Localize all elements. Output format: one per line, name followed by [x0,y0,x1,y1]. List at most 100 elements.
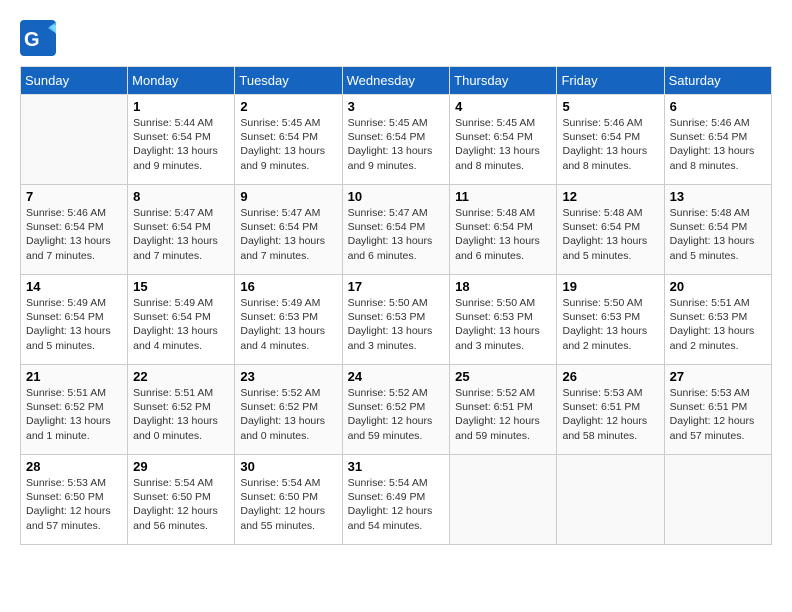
day-info: Sunrise: 5:45 AM Sunset: 6:54 PM Dayligh… [240,116,336,173]
day-number: 12 [562,189,658,204]
day-number: 9 [240,189,336,204]
day-number: 5 [562,99,658,114]
calendar-cell: 18 Sunrise: 5:50 AM Sunset: 6:53 PM Dayli… [450,275,557,365]
day-info: Sunrise: 5:53 AM Sunset: 6:51 PM Dayligh… [562,386,658,443]
day-info: Sunrise: 5:50 AM Sunset: 6:53 PM Dayligh… [348,296,445,353]
day-info: Sunrise: 5:47 AM Sunset: 6:54 PM Dayligh… [133,206,229,263]
day-info: Sunrise: 5:48 AM Sunset: 6:54 PM Dayligh… [455,206,551,263]
day-number: 1 [133,99,229,114]
day-info: Sunrise: 5:54 AM Sunset: 6:50 PM Dayligh… [133,476,229,533]
day-number: 14 [26,279,122,294]
calendar-cell: 23 Sunrise: 5:52 AM Sunset: 6:52 PM Dayli… [235,365,342,455]
day-info: Sunrise: 5:51 AM Sunset: 6:52 PM Dayligh… [133,386,229,443]
calendar-cell: 28 Sunrise: 5:53 AM Sunset: 6:50 PM Dayli… [21,455,128,545]
page-header: G [20,20,772,56]
day-number: 11 [455,189,551,204]
calendar-cell: 21 Sunrise: 5:51 AM Sunset: 6:52 PM Dayli… [21,365,128,455]
logo-icon: G [20,20,56,56]
day-info: Sunrise: 5:45 AM Sunset: 6:54 PM Dayligh… [348,116,445,173]
day-info: Sunrise: 5:49 AM Sunset: 6:54 PM Dayligh… [133,296,229,353]
day-info: Sunrise: 5:54 AM Sunset: 6:50 PM Dayligh… [240,476,336,533]
day-info: Sunrise: 5:50 AM Sunset: 6:53 PM Dayligh… [455,296,551,353]
day-info: Sunrise: 5:48 AM Sunset: 6:54 PM Dayligh… [670,206,766,263]
day-number: 28 [26,459,122,474]
col-header-wednesday: Wednesday [342,67,450,95]
calendar-cell: 3 Sunrise: 5:45 AM Sunset: 6:54 PM Daylig… [342,95,450,185]
day-number: 25 [455,369,551,384]
day-number: 23 [240,369,336,384]
calendar-cell: 19Sunrise: 5:50 AM Sunset: 6:53 PM Dayli… [557,275,664,365]
day-number: 18 [455,279,551,294]
day-info: Sunrise: 5:46 AM Sunset: 6:54 PM Dayligh… [670,116,766,173]
day-number: 3 [348,99,445,114]
calendar-cell: 22Sunrise: 5:51 AM Sunset: 6:52 PM Dayli… [128,365,235,455]
calendar-cell: 30 Sunrise: 5:54 AM Sunset: 6:50 PM Dayli… [235,455,342,545]
week-row-5: 28 Sunrise: 5:53 AM Sunset: 6:50 PM Dayli… [21,455,772,545]
calendar-cell: 25 Sunrise: 5:52 AM Sunset: 6:51 PM Dayli… [450,365,557,455]
calendar-cell [557,455,664,545]
calendar-cell: 13 Sunrise: 5:48 AM Sunset: 6:54 PM Dayli… [664,185,771,275]
calendar-cell [450,455,557,545]
calendar-cell: 10 Sunrise: 5:47 AM Sunset: 6:54 PM Dayli… [342,185,450,275]
day-info: Sunrise: 5:47 AM Sunset: 6:54 PM Dayligh… [348,206,445,263]
day-number: 4 [455,99,551,114]
col-header-monday: Monday [128,67,235,95]
calendar-table: SundayMondayTuesdayWednesdayThursdayFrid… [20,66,772,545]
day-number: 21 [26,369,122,384]
day-number: 19 [562,279,658,294]
calendar-cell: 11 Sunrise: 5:48 AM Sunset: 6:54 PM Dayli… [450,185,557,275]
calendar-cell: 8Sunrise: 5:47 AM Sunset: 6:54 PM Daylig… [128,185,235,275]
day-info: Sunrise: 5:54 AM Sunset: 6:49 PM Dayligh… [348,476,445,533]
calendar-cell: 9 Sunrise: 5:47 AM Sunset: 6:54 PM Daylig… [235,185,342,275]
day-number: 13 [670,189,766,204]
day-info: Sunrise: 5:49 AM Sunset: 6:53 PM Dayligh… [240,296,336,353]
calendar-cell: 29 Sunrise: 5:54 AM Sunset: 6:50 PM Dayli… [128,455,235,545]
day-number: 17 [348,279,445,294]
day-number: 31 [348,459,445,474]
calendar-cell: 1 Sunrise: 5:44 AM Sunset: 6:54 PM Daylig… [128,95,235,185]
week-row-1: 1 Sunrise: 5:44 AM Sunset: 6:54 PM Daylig… [21,95,772,185]
day-info: Sunrise: 5:44 AM Sunset: 6:54 PM Dayligh… [133,116,229,173]
col-header-tuesday: Tuesday [235,67,342,95]
day-number: 29 [133,459,229,474]
day-info: Sunrise: 5:48 AM Sunset: 6:54 PM Dayligh… [562,206,658,263]
day-number: 26 [562,369,658,384]
week-row-2: 7Sunrise: 5:46 AM Sunset: 6:54 PM Daylig… [21,185,772,275]
calendar-cell: 16Sunrise: 5:49 AM Sunset: 6:53 PM Dayli… [235,275,342,365]
day-number: 30 [240,459,336,474]
calendar-cell: 24 Sunrise: 5:52 AM Sunset: 6:52 PM Dayli… [342,365,450,455]
calendar-cell: 17 Sunrise: 5:50 AM Sunset: 6:53 PM Dayli… [342,275,450,365]
day-info: Sunrise: 5:46 AM Sunset: 6:54 PM Dayligh… [26,206,122,263]
calendar-cell: 20Sunrise: 5:51 AM Sunset: 6:53 PM Dayli… [664,275,771,365]
day-info: Sunrise: 5:51 AM Sunset: 6:53 PM Dayligh… [670,296,766,353]
day-info: Sunrise: 5:49 AM Sunset: 6:54 PM Dayligh… [26,296,122,353]
day-info: Sunrise: 5:52 AM Sunset: 6:51 PM Dayligh… [455,386,551,443]
calendar-cell: 12 Sunrise: 5:48 AM Sunset: 6:54 PM Dayli… [557,185,664,275]
day-info: Sunrise: 5:53 AM Sunset: 6:50 PM Dayligh… [26,476,122,533]
day-info: Sunrise: 5:53 AM Sunset: 6:51 PM Dayligh… [670,386,766,443]
calendar-cell: 15 Sunrise: 5:49 AM Sunset: 6:54 PM Dayli… [128,275,235,365]
calendar-cell: 2 Sunrise: 5:45 AM Sunset: 6:54 PM Daylig… [235,95,342,185]
calendar-cell: 4 Sunrise: 5:45 AM Sunset: 6:54 PM Daylig… [450,95,557,185]
calendar-cell: 7Sunrise: 5:46 AM Sunset: 6:54 PM Daylig… [21,185,128,275]
calendar-cell [21,95,128,185]
day-info: Sunrise: 5:52 AM Sunset: 6:52 PM Dayligh… [240,386,336,443]
calendar-cell: 27 Sunrise: 5:53 AM Sunset: 6:51 PM Dayli… [664,365,771,455]
calendar-cell: 5 Sunrise: 5:46 AM Sunset: 6:54 PM Daylig… [557,95,664,185]
day-info: Sunrise: 5:51 AM Sunset: 6:52 PM Dayligh… [26,386,122,443]
day-number: 27 [670,369,766,384]
col-header-sunday: Sunday [21,67,128,95]
day-info: Sunrise: 5:52 AM Sunset: 6:52 PM Dayligh… [348,386,445,443]
svg-text:G: G [24,29,40,51]
calendar-cell: 31 Sunrise: 5:54 AM Sunset: 6:49 PM Dayli… [342,455,450,545]
day-number: 2 [240,99,336,114]
calendar-cell: 26 Sunrise: 5:53 AM Sunset: 6:51 PM Dayli… [557,365,664,455]
day-info: Sunrise: 5:45 AM Sunset: 6:54 PM Dayligh… [455,116,551,173]
day-number: 10 [348,189,445,204]
day-info: Sunrise: 5:46 AM Sunset: 6:54 PM Dayligh… [562,116,658,173]
day-number: 6 [670,99,766,114]
day-info: Sunrise: 5:47 AM Sunset: 6:54 PM Dayligh… [240,206,336,263]
day-number: 15 [133,279,229,294]
calendar-cell: 14 Sunrise: 5:49 AM Sunset: 6:54 PM Dayli… [21,275,128,365]
day-number: 24 [348,369,445,384]
